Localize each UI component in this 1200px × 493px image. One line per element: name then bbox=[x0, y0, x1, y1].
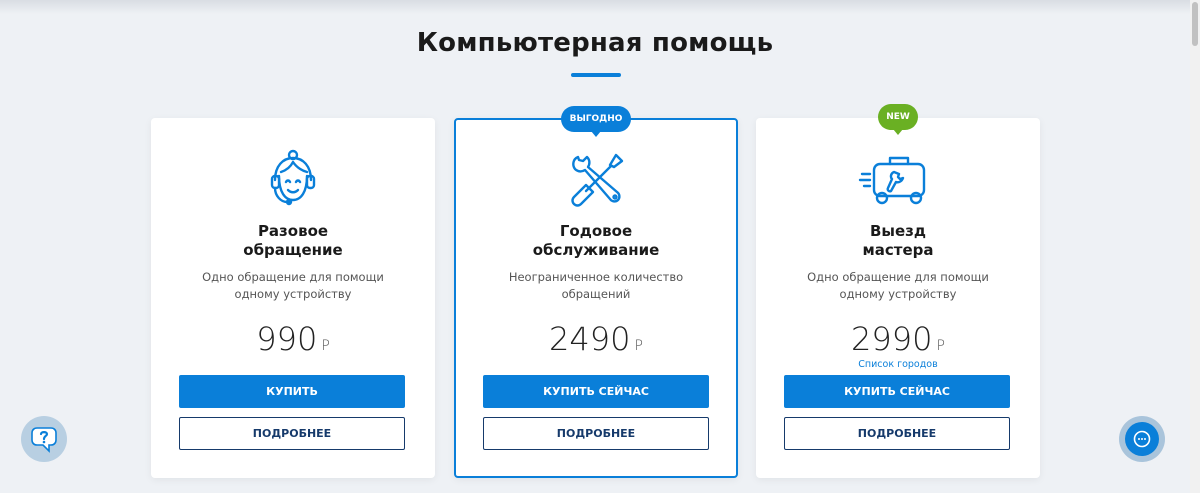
details-button[interactable]: ПОДРОБНЕЕ bbox=[784, 417, 1010, 450]
header-shadow bbox=[0, 0, 1200, 14]
plan-description: Неограниченное количество обращений bbox=[508, 270, 684, 301]
plan-title: Выезд мастера bbox=[862, 222, 934, 259]
plan-description: Одно обращение для помощи одному устройс… bbox=[202, 270, 384, 301]
currency-symbol: Р bbox=[634, 338, 643, 354]
chat-widget-button[interactable] bbox=[1119, 416, 1165, 462]
price-value: 2990 bbox=[851, 320, 933, 358]
headset-operator-icon bbox=[270, 149, 316, 206]
page-title: Компьютерная помощь bbox=[416, 28, 774, 58]
plan-card-one-time: Разовое обращение Одно обращение для пом… bbox=[151, 118, 435, 478]
title-underline bbox=[571, 73, 621, 77]
plan-card-annual: ВЫГОДНО Годовое обслуживание Неограничен… bbox=[454, 106, 738, 478]
buy-button[interactable]: КУПИТЬ bbox=[179, 375, 405, 408]
currency-symbol: Р bbox=[936, 338, 945, 354]
plan-card-technician-visit: NEW Выезд мастера Одно обращение для пом… bbox=[756, 104, 1040, 478]
details-button[interactable]: ПОДРОБНЕЕ bbox=[179, 417, 405, 450]
badge-new: NEW bbox=[878, 104, 918, 135]
chat-widget-inner bbox=[1125, 422, 1159, 456]
buy-now-button[interactable]: КУПИТЬ СЕЙЧАС bbox=[784, 375, 1010, 408]
page-scrollbar[interactable] bbox=[1190, 0, 1200, 493]
badge-best-value: ВЫГОДНО bbox=[561, 106, 631, 137]
scrollbar-thumb[interactable] bbox=[1192, 2, 1198, 46]
toolbox-van-icon bbox=[858, 156, 926, 205]
plan-price: 2990 Р bbox=[756, 320, 1040, 358]
buy-now-button[interactable]: КУПИТЬ СЕЙЧАС bbox=[483, 375, 709, 408]
currency-symbol: Р bbox=[321, 338, 330, 354]
city-list-link[interactable]: Список городов bbox=[756, 359, 1040, 370]
question-bubble-icon bbox=[31, 427, 57, 453]
plan-price: 990 Р bbox=[151, 320, 435, 358]
plan-title: Разовое обращение bbox=[243, 222, 343, 259]
price-value: 2490 bbox=[549, 320, 631, 358]
wrench-screwdriver-icon bbox=[571, 153, 624, 207]
plan-title: Годовое обслуживание bbox=[532, 222, 660, 259]
details-button[interactable]: ПОДРОБНЕЕ bbox=[483, 417, 709, 450]
help-widget-button[interactable] bbox=[21, 416, 67, 462]
plan-description: Одно обращение для помощи одному устройс… bbox=[807, 270, 989, 301]
price-value: 990 bbox=[256, 320, 318, 358]
chat-bubble-icon bbox=[1133, 430, 1151, 448]
plan-price: 2490 Р bbox=[456, 320, 736, 358]
